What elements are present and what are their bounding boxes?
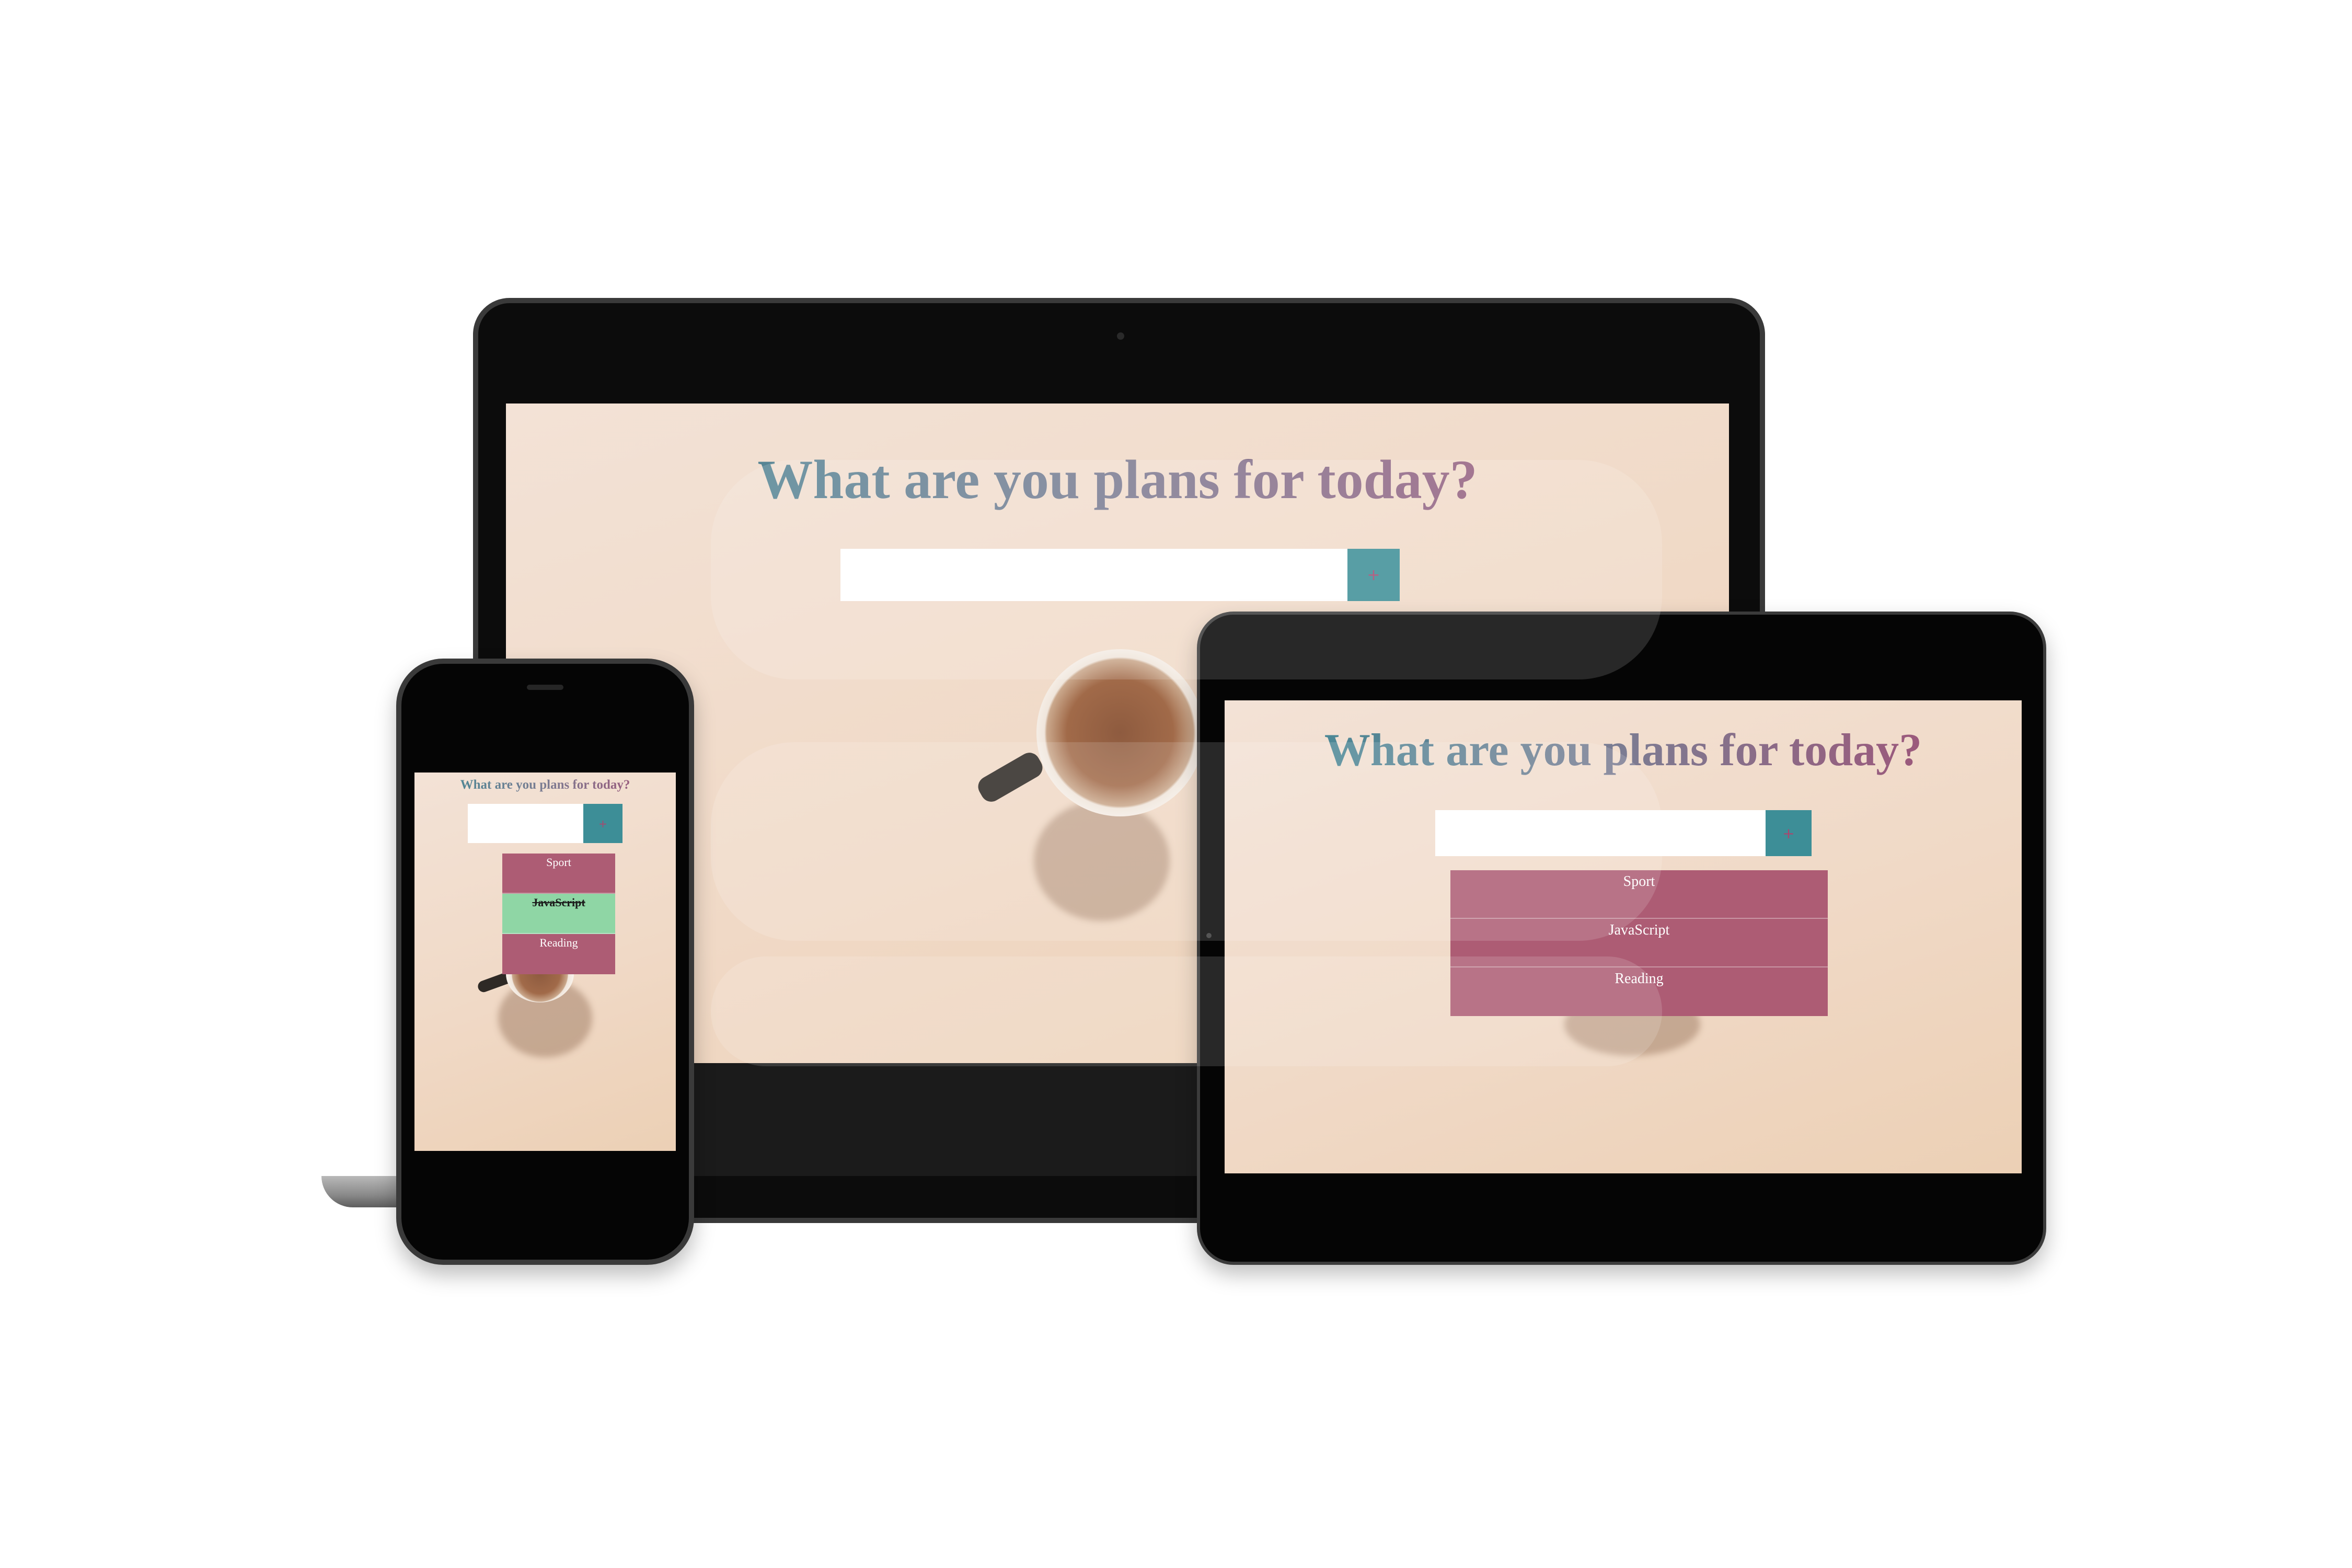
todo-item[interactable]: Sport	[502, 854, 615, 894]
add-todo-button[interactable]: +	[1766, 810, 1812, 856]
todo-item-text: Reading	[539, 936, 578, 949]
page-title: What are you plans for today?	[414, 778, 676, 792]
watermark-shape	[711, 460, 1662, 679]
todo-item-text: JavaScript	[532, 896, 585, 909]
todo-input[interactable]	[468, 804, 583, 843]
todo-list: Sport JavaScript Reading	[502, 854, 615, 974]
todo-item-text: Sport	[546, 856, 571, 869]
watermark-shape	[711, 742, 1662, 941]
add-todo-button[interactable]: +	[583, 804, 622, 843]
todo-item[interactable]: Reading	[502, 934, 615, 974]
watermark-shape	[711, 956, 1662, 1066]
laptop-camera	[1117, 332, 1124, 340]
todo-item-completed[interactable]: JavaScript	[502, 894, 615, 934]
phone-screen: What are you plans for today? + Sport Ja…	[414, 773, 676, 1151]
phone-speaker	[527, 685, 563, 690]
todo-form: +	[468, 804, 622, 843]
